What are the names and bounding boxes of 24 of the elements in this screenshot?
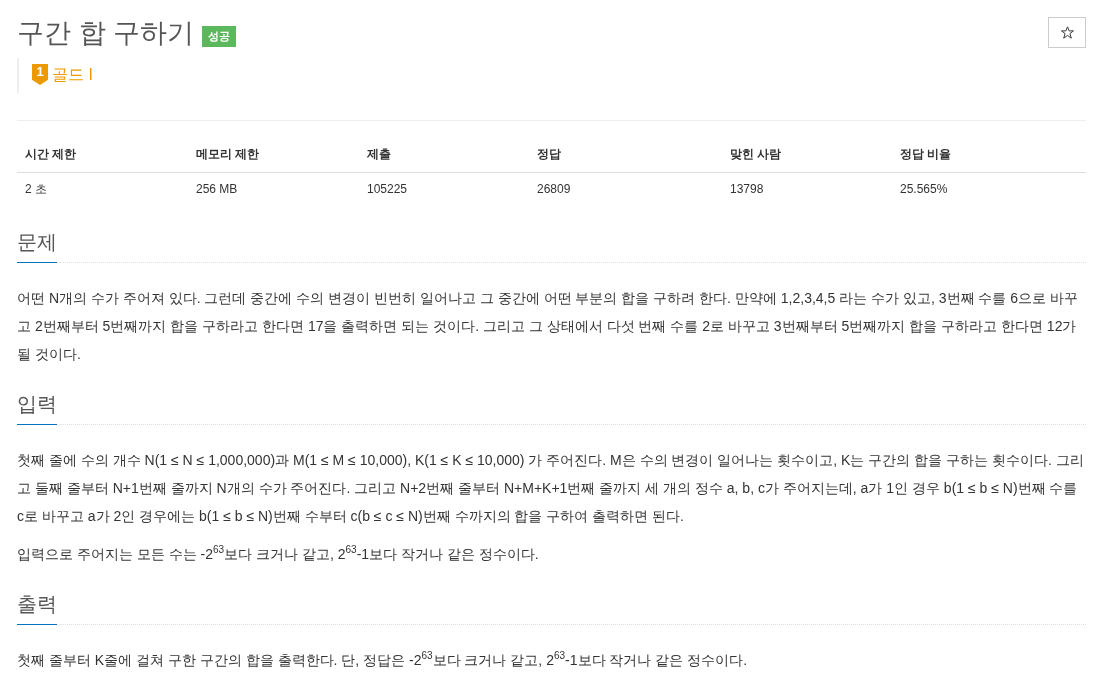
column-header: 정답 — [529, 138, 722, 172]
section-heading: 입력 — [17, 390, 57, 425]
section-paragraph: 첫째 줄부터 K줄에 걸쳐 구한 구간의 합을 출력한다. 단, 정답은 -2$^{63}$보다 크거나 같고, 2$^{63}$-1보다 작거나 같은 정수이다. — [17, 649, 749, 670]
section-paragraph: 첫째 줄에 수의 개수 N(1 ≤ N ≤ 1,000,000)과 M(1 ≤ M ≤ 10,000), K(1 ≤ K ≤ 10,000) 가 주어진다. M은 수의 변경이 일어나는 횟수이고, K는 구간의 합을 구하는 횟수이다. 그리고 둘째 줄부터 N+1번째 줄까지 N개의 수가 주어진다. 그리고 N+2번째 줄부터 N+M+K+1번째 줄까지 세 개의 정수 a, b, c가 주어지는데, a가 1인 경우 b(1 ≤ b ≤ N)번째 수를 c로 바꾸고 a가 2인 경우에는 b(1 ≤ b ≤ N)번째 수부터 c(b ≤ c ≤ N)번째 수까지의 합을 구하여 출력하면 된다. — [17, 451, 1085, 526]
problem-title: 구간 합 구하기 — [17, 17, 194, 50]
column-header: 정답 비율 — [892, 138, 1086, 172]
tier-link[interactable]: 골드 I — [52, 64, 93, 85]
section-paragraph: 어떤 N개의 수가 주어져 있다. 그런데 중간에 수의 변경이 빈번히 일어나고 그 중간에 어떤 부분의 합을 구하려 한다. 만약에 1,2,3,4,5 라는 수가 있고, 3번째 수를 6으로 바꾸고 2번째부터 5번째까지 합을 구하라고 한다면 17을 출력하면 되는 것이다. 그리고 그 상태에서 다섯 번째 수를 2로 바꾸고 3번째부터 5번째까지 합을 구하라고 한다면 12가 될 것이다. — [17, 289, 1079, 364]
column-header: 제출 — [359, 138, 529, 172]
table-cell: 105225 — [359, 172, 529, 206]
status-badge: 성공 — [202, 25, 236, 47]
column-header: 시간 제한 — [17, 138, 188, 172]
favorite-button[interactable] — [1048, 17, 1086, 48]
table-cell: 25.565% — [892, 172, 1086, 206]
table-cell: 26809 — [529, 172, 722, 206]
section-heading: 문제 — [17, 228, 57, 263]
tier-badge: 1 — [32, 64, 48, 85]
section-heading: 출력 — [17, 590, 57, 625]
table-cell: 2 초 — [17, 172, 188, 206]
table-cell: 13798 — [722, 172, 892, 206]
column-header: 메모리 제한 — [188, 138, 359, 172]
column-header: 맞힌 사람 — [722, 138, 892, 172]
section-paragraph: 입력으로 주어지는 모든 수는 -2$^{63}$보다 크거나 같고, 2$^{63}$-1보다 작거나 같은 정수이다. — [17, 543, 540, 564]
table-cell: 256 MB — [188, 172, 359, 206]
